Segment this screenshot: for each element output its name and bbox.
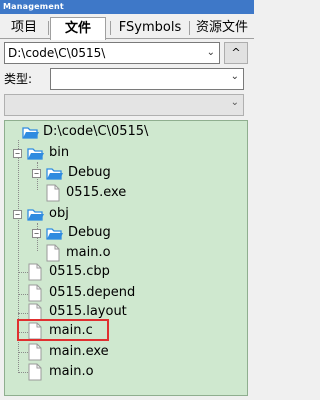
tree-item-file[interactable]: 0515.depend: [28, 283, 208, 303]
tree-connector: [18, 272, 28, 273]
folder-open-icon: [46, 228, 63, 240]
path-combobox[interactable]: D:\code\C\0515\ ⌄: [4, 42, 220, 64]
chevron-down-icon[interactable]: ⌄: [231, 71, 239, 82]
folder-open-icon: [27, 148, 44, 160]
folder-open-icon: [22, 127, 39, 139]
chevron-down-icon[interactable]: ⌄: [207, 43, 215, 63]
tab-resources[interactable]: 资源文件: [190, 17, 254, 39]
collapse-icon[interactable]: −: [13, 149, 22, 158]
tree-item-label: main.exe: [49, 344, 109, 359]
tab-separator: [48, 21, 49, 35]
tree-item-label: main.o: [66, 245, 111, 260]
filter-combobox[interactable]: ⌄: [4, 94, 244, 116]
collapse-icon[interactable]: −: [32, 169, 41, 178]
tree-item-file[interactable]: main.exe: [28, 342, 208, 362]
type-label: 类型:: [4, 72, 33, 86]
tree-item-label: obj: [49, 206, 69, 221]
tree-item-label: 0515.exe: [66, 185, 127, 200]
window-title: Management: [0, 0, 254, 14]
up-directory-button[interactable]: ^: [224, 42, 248, 64]
tab-files[interactable]: 文件: [50, 17, 106, 40]
tree-item-label: main.o: [49, 364, 94, 379]
tree-connector: [18, 372, 28, 373]
file-icon: [28, 284, 42, 302]
tree-connector: [18, 313, 28, 314]
tree-item-file[interactable]: 0515.cbp: [28, 262, 208, 282]
folder-open-icon: [27, 209, 44, 221]
tree-item-obj-debug[interactable]: − Debug: [31, 223, 211, 243]
tree-item-label: D:\code\C\0515\: [43, 124, 149, 139]
tree-item-label: Debug: [68, 225, 111, 240]
tab-bar: 项目 文件 FSymbols 资源文件: [0, 14, 254, 40]
tree-item-label: bin: [49, 145, 70, 160]
folder-open-icon: [46, 168, 63, 180]
tree-item-root[interactable]: D:\code\C\0515\: [18, 122, 218, 142]
type-combobox[interactable]: ⌄: [50, 68, 244, 90]
tree-item-label: 0515.cbp: [49, 264, 110, 279]
file-icon: [28, 263, 42, 281]
tree-item-bin[interactable]: − bin: [12, 143, 212, 163]
collapse-icon[interactable]: −: [32, 229, 41, 238]
path-value: D:\code\C\0515\: [8, 46, 106, 60]
tree-item-file[interactable]: 0515.exe: [46, 183, 206, 203]
file-icon: [46, 184, 60, 202]
chevron-down-icon[interactable]: ⌄: [231, 97, 239, 108]
tree-connector: [18, 352, 28, 353]
tree-item-label: Debug: [68, 165, 111, 180]
tree-item-file[interactable]: main.o: [28, 362, 208, 382]
tab-separator: [110, 21, 111, 35]
tree-item-file[interactable]: main.o: [46, 243, 206, 263]
file-icon: [46, 244, 60, 262]
highlight-box: [17, 319, 109, 341]
tree-item-bin-debug[interactable]: − Debug: [31, 163, 211, 183]
file-icon: [28, 343, 42, 361]
collapse-icon[interactable]: −: [13, 210, 22, 219]
file-icon: [28, 363, 42, 381]
tree-item-label: 0515.depend: [49, 285, 136, 300]
tab-projects[interactable]: 项目: [2, 17, 46, 39]
tree-item-obj[interactable]: − obj: [12, 204, 212, 224]
tab-fsymbols[interactable]: FSymbols: [112, 17, 188, 39]
tree-connector: [18, 294, 28, 295]
